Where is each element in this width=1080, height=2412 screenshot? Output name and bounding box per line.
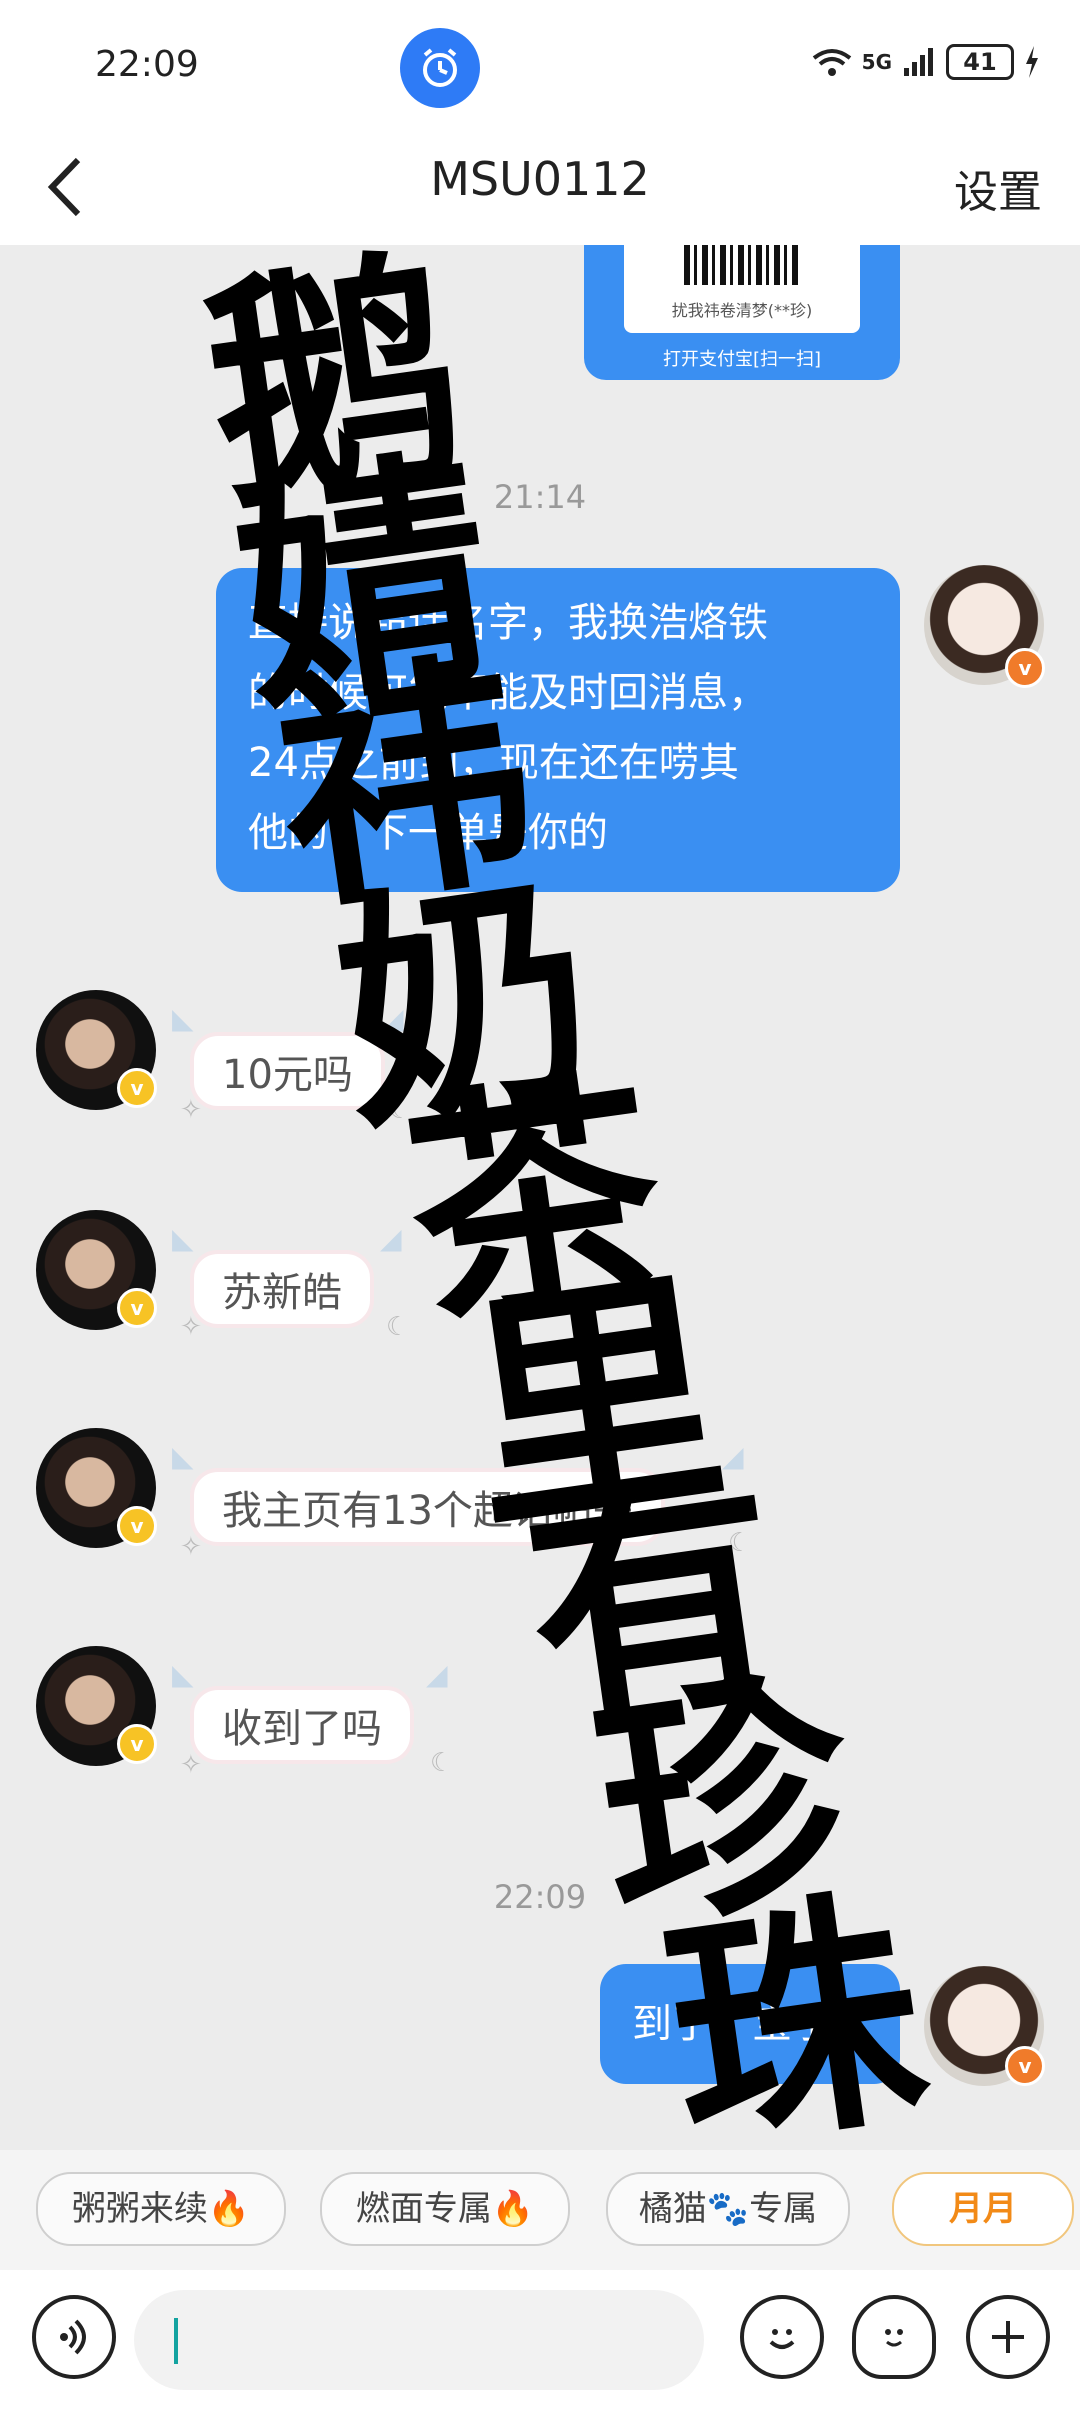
wing-decoration-icon: ◣ <box>172 1658 194 1691</box>
timestamp: 22:09 <box>493 1878 587 1916</box>
qr-inner: 扰我祎卷清梦(**珍) <box>624 245 860 333</box>
network-label: 5G <box>861 50 892 74</box>
verified-badge-icon: v <box>117 1506 157 1546</box>
verified-badge-icon: v <box>117 1724 157 1764</box>
sparkle-icon: ✧ <box>180 1532 202 1562</box>
quick-tag[interactable]: 月月 <box>892 2172 1074 2246</box>
moon-icon: ☾ <box>388 1095 412 1125</box>
timestamp: 21:14 <box>493 478 587 516</box>
status-time: 22:09 <box>95 44 199 85</box>
signal-icon <box>904 48 933 76</box>
quick-tag-bar: 粥粥来续🔥 燃面专属🔥 橘猫🐾专属 月月 <box>0 2150 1080 2270</box>
wing-decoration-icon: ◢ <box>722 1440 744 1473</box>
verified-badge-icon: v <box>1005 2046 1045 2086</box>
wing-decoration-icon: ◢ <box>426 1658 448 1691</box>
charging-icon <box>1026 46 1038 78</box>
message-bubble-received[interactable]: 我主页有13个超话帖子 <box>190 1468 665 1546</box>
verified-badge-icon: v <box>117 1288 157 1328</box>
wing-decoration-icon: ◣ <box>172 1222 194 1255</box>
status-bar: 22:09 5G 41 <box>0 0 1080 130</box>
moon-icon: ☾ <box>430 1748 454 1778</box>
voice-icon[interactable] <box>32 2295 116 2379</box>
qr-footer: 打开支付宝[扫一扫] <box>662 349 822 370</box>
qr-payment-card[interactable]: 扰我祎卷清梦(**珍) 打开支付宝[扫一扫] <box>584 245 900 380</box>
verified-badge-icon: v <box>1005 648 1045 688</box>
message-bubble-sent[interactable]: 直接说超话名字，我换浩烙铁 的时候可能不能及时回消息， 24点之前到，现在还在唠… <box>216 568 900 892</box>
message-line: 的时候可能不能及时回消息， <box>248 670 768 716</box>
alarm-icon <box>400 28 480 108</box>
moon-icon: ☾ <box>386 1312 410 1342</box>
chat-header: MSU0112 设置 <box>0 130 1080 245</box>
wing-decoration-icon: ◢ <box>382 1002 404 1035</box>
text-caret <box>174 2318 178 2364</box>
input-bar <box>0 2270 1080 2412</box>
message-line: 直接说超话名字，我换浩烙铁 <box>248 600 768 646</box>
wifi-icon <box>812 49 851 76</box>
message-bubble-received[interactable]: 收到了吗 <box>190 1686 414 1764</box>
wing-decoration-icon: ◣ <box>172 1002 194 1035</box>
chat-title: MSU0112 <box>430 152 650 206</box>
verified-badge-icon: v <box>117 1068 157 1108</box>
wing-decoration-icon: ◢ <box>380 1222 402 1255</box>
emoji-icon[interactable] <box>740 2295 824 2379</box>
settings-button[interactable]: 设置 <box>954 156 1042 220</box>
moon-icon: ☾ <box>728 1528 752 1558</box>
qr-code-image <box>684 245 800 285</box>
message-line: 他的，下一单是你的 <box>248 810 608 856</box>
status-right: 5G 41 <box>812 44 1040 80</box>
sparkle-icon: ✧ <box>180 1095 202 1125</box>
quick-tag[interactable]: 橘猫🐾专属 <box>606 2172 850 2246</box>
qr-caption: 扰我祎卷清梦(**珍) <box>671 301 813 320</box>
sparkle-icon: ✧ <box>180 1312 202 1342</box>
battery-icon: 41 <box>946 44 1014 80</box>
battery-level: 41 <box>963 48 997 76</box>
wing-decoration-icon: ◣ <box>172 1440 194 1473</box>
quick-tag[interactable]: 燃面专属🔥 <box>320 2172 570 2246</box>
quick-tag[interactable]: 粥粥来续🔥 <box>36 2172 286 2246</box>
message-bubble-received[interactable]: 苏新皓 <box>190 1250 374 1328</box>
handwritten-watermark: 鹅 婧 祎 奶 茶 里 有 珍 珠 <box>130 223 950 2186</box>
plus-icon[interactable] <box>966 2295 1050 2379</box>
message-bubble-received[interactable]: 10元吗 <box>190 1032 385 1110</box>
sparkle-icon: ✧ <box>180 1750 202 1780</box>
message-input[interactable] <box>134 2290 704 2390</box>
message-line: 24点之前到，现在还在唠其 <box>248 740 739 786</box>
watermark-char: 茶 <box>390 1043 679 1366</box>
message-bubble-sent[interactable]: 到了，宝子 <box>600 1964 900 2084</box>
sticker-icon[interactable] <box>852 2295 936 2379</box>
